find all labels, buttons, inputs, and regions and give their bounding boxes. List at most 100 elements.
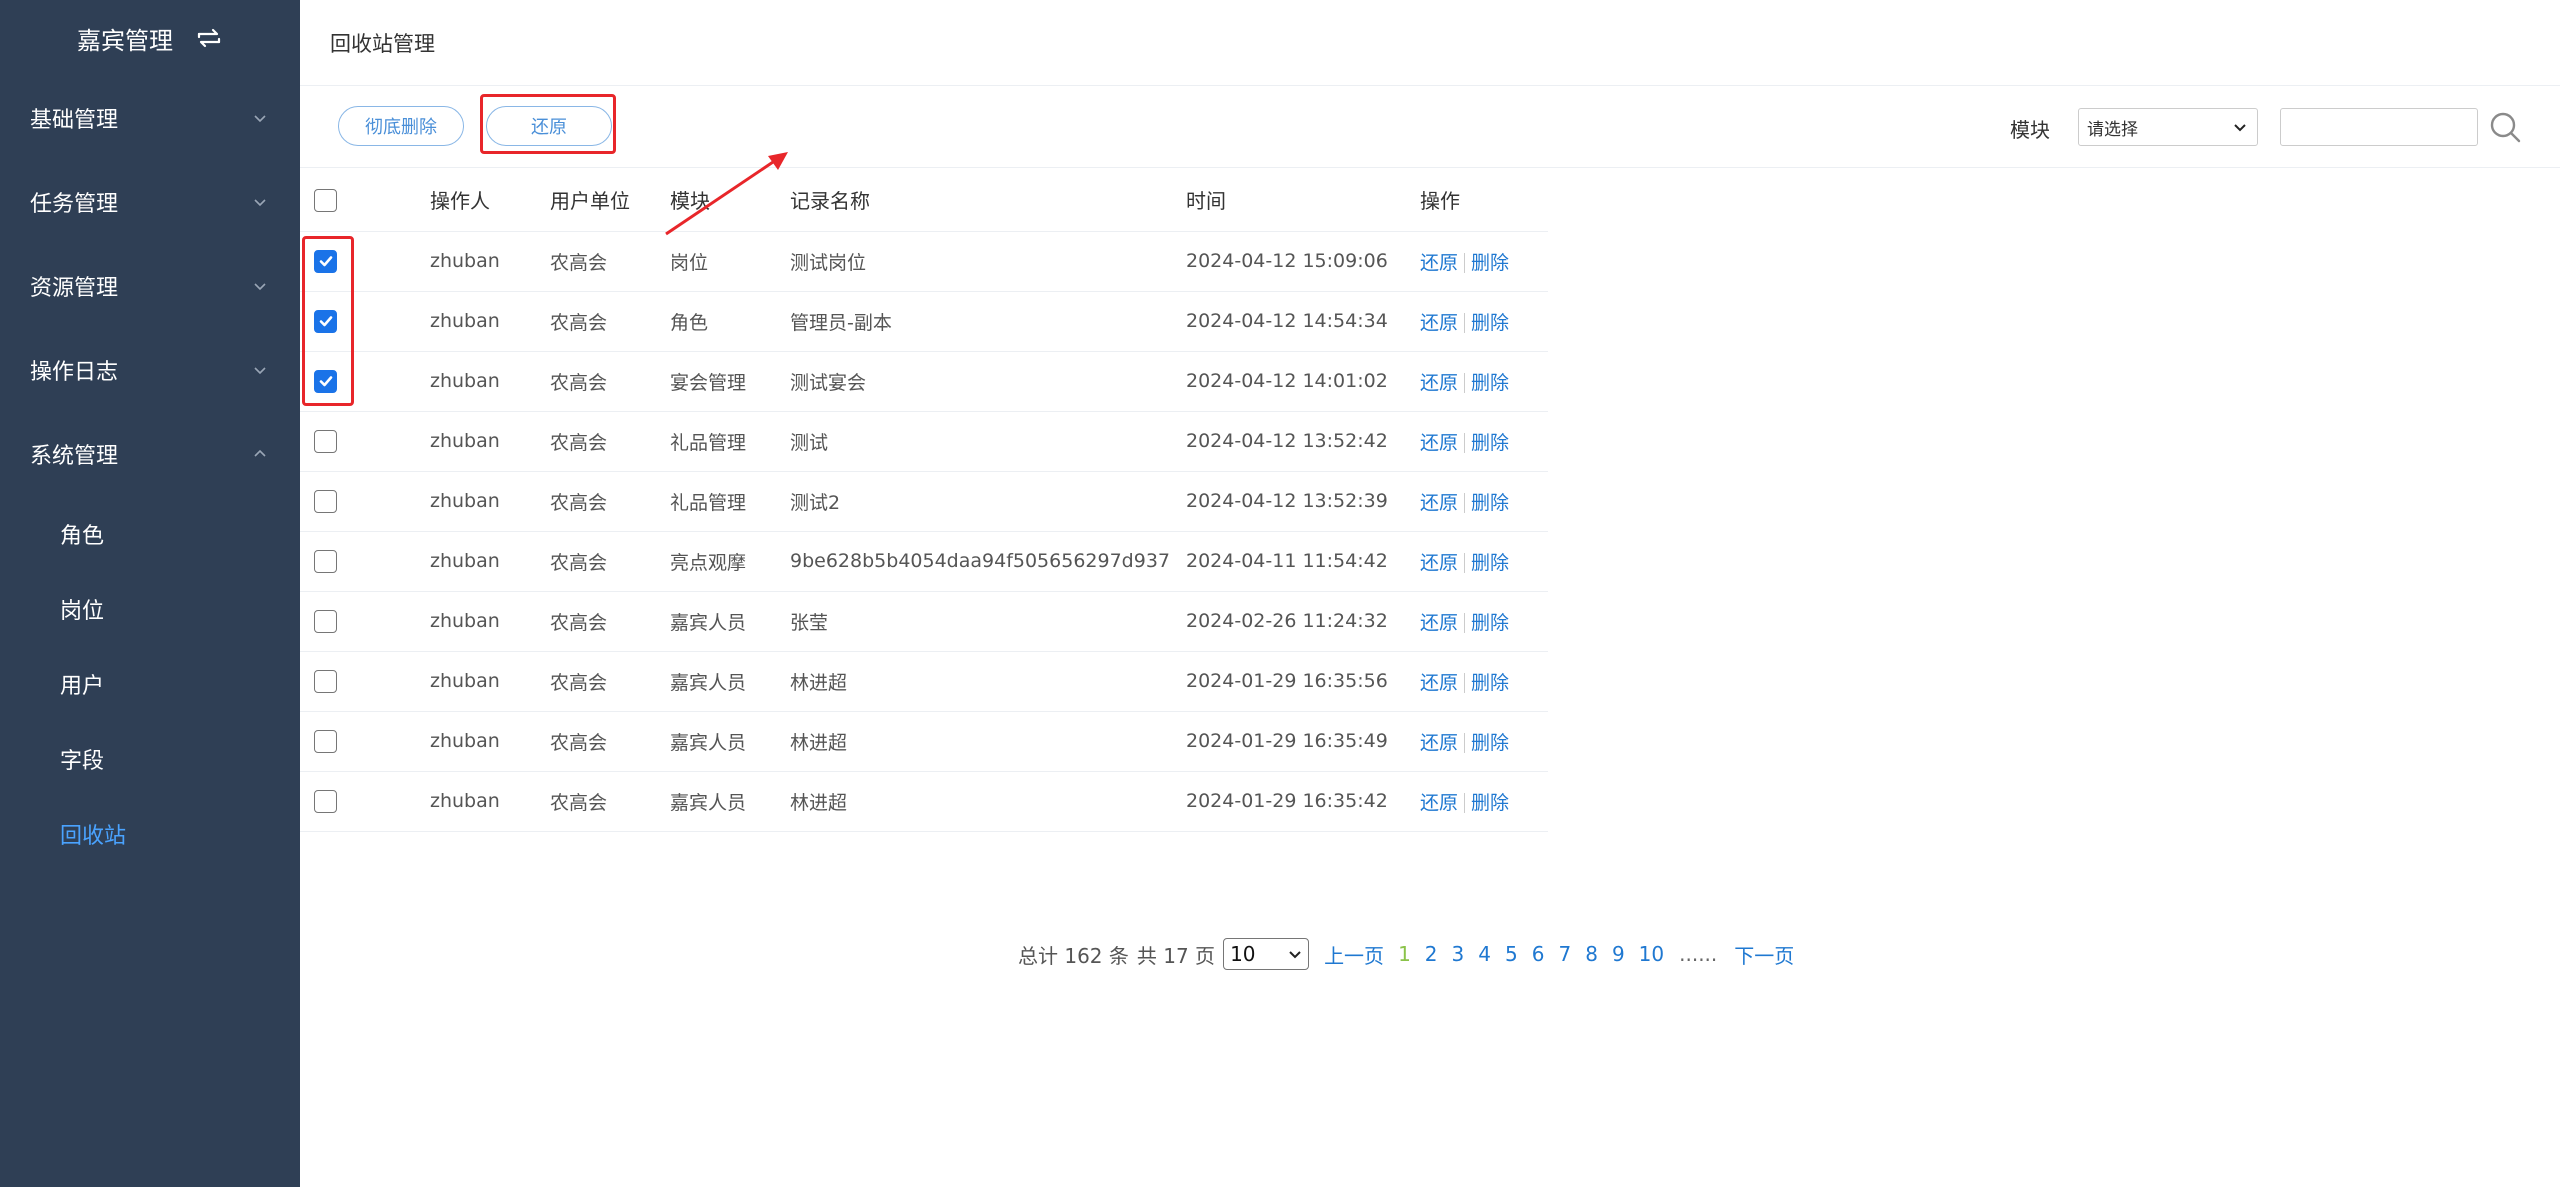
row-restore-link[interactable]: 还原: [1420, 792, 1458, 814]
row-delete-link[interactable]: 删除: [1471, 672, 1509, 694]
swap-icon[interactable]: [195, 26, 223, 50]
pagination-ellipsis: ......: [1679, 942, 1718, 966]
cell-operator: zhuban: [430, 651, 550, 712]
row-delete-link[interactable]: 删除: [1471, 312, 1509, 334]
cell-record-name: 林进超: [790, 771, 1186, 832]
page-number-link[interactable]: 3: [1452, 942, 1465, 966]
sidebar-menu-item[interactable]: 基础管理: [0, 76, 300, 160]
row-restore-link[interactable]: 还原: [1420, 672, 1458, 694]
module-select[interactable]: 请选择: [2078, 108, 2258, 146]
chevron-down-icon: [1289, 951, 1301, 959]
restore-button-highlight: [480, 94, 616, 154]
sidebar-menu-item[interactable]: 资源管理: [0, 244, 300, 328]
row-delete-link[interactable]: 删除: [1471, 252, 1509, 274]
sidebar-menu-item[interactable]: 系统管理: [0, 412, 300, 496]
cell-record-name: 管理员-副本: [790, 291, 1186, 352]
cell-record-name: 测试: [790, 411, 1186, 472]
row-restore-link[interactable]: 还原: [1420, 252, 1458, 274]
row-select-cell: [300, 471, 430, 532]
search-icon[interactable]: [2488, 110, 2522, 144]
prev-page-link[interactable]: 上一页: [1324, 940, 1384, 969]
cell-actions: 还原 删除: [1420, 591, 1548, 652]
cell-unit: 农高会: [550, 591, 670, 652]
cell-module: 亮点观摩: [670, 531, 790, 592]
table-row: zhuban 农高会 嘉宾人员 张莹 2024-02-26 11:24:32 还原 删除: [300, 591, 1548, 652]
cell-record-name: 林进超: [790, 711, 1186, 772]
sidebar-subitem[interactable]: 回收站: [0, 796, 300, 871]
table-row: zhuban 农高会 礼品管理 测试 2024-04-12 13:52:42 还原 删除: [300, 411, 1548, 472]
cell-module: 嘉宾人员: [670, 771, 790, 832]
page-number-link[interactable]: 2: [1425, 942, 1438, 966]
cell-record-name: 林进超: [790, 651, 1186, 712]
next-page-link[interactable]: 下一页: [1734, 940, 1794, 969]
row-delete-link[interactable]: 删除: [1471, 612, 1509, 634]
cell-time: 2024-01-29 16:35:42: [1186, 771, 1420, 832]
row-checkbox[interactable]: [314, 609, 337, 633]
row-restore-link[interactable]: 还原: [1420, 552, 1458, 574]
sidebar-subitem[interactable]: 角色: [0, 496, 300, 571]
pagination-total: 总计 162 条: [1018, 943, 1129, 968]
row-select-cell: [300, 411, 430, 472]
sidebar-menu-item[interactable]: 操作日志: [0, 328, 300, 412]
row-delete-link[interactable]: 删除: [1471, 372, 1509, 394]
row-delete-link[interactable]: 删除: [1471, 552, 1509, 574]
row-restore-link[interactable]: 还原: [1420, 312, 1458, 334]
page-number-link[interactable]: 9: [1612, 942, 1625, 966]
page-number-link[interactable]: 7: [1558, 942, 1571, 966]
sidebar-subitem-label: 用户: [60, 673, 105, 699]
page-number-link[interactable]: 10: [1639, 942, 1664, 966]
row-checkbox[interactable]: [314, 429, 337, 453]
page-number-link[interactable]: 8: [1585, 942, 1598, 966]
search-input[interactable]: [2280, 108, 2478, 146]
cell-operator: zhuban: [430, 711, 550, 772]
row-checkbox[interactable]: [314, 549, 337, 573]
row-delete-link[interactable]: 删除: [1471, 432, 1509, 454]
row-checkbox[interactable]: [314, 669, 337, 693]
row-checkbox[interactable]: [314, 489, 337, 513]
page-size-select[interactable]: 10: [1223, 938, 1310, 970]
cell-record-name: 测试宴会: [790, 351, 1186, 412]
row-checkbox[interactable]: [314, 789, 337, 813]
action-divider: [1464, 793, 1466, 813]
row-delete-link[interactable]: 删除: [1471, 492, 1509, 514]
cell-operator: zhuban: [430, 531, 550, 592]
cell-unit: 农高会: [550, 471, 670, 532]
cell-time: 2024-04-11 11:54:42: [1186, 531, 1420, 592]
row-restore-link[interactable]: 还原: [1420, 432, 1458, 454]
recycle-bin-table: 操作人 用户单位 模块 记录名称 时间 操作 zhuban 农高会 岗位 测试岗位 20…: [300, 169, 1548, 832]
cell-unit: 农高会: [550, 651, 670, 712]
sidebar-subitem[interactable]: 岗位: [0, 571, 300, 646]
page-number-link[interactable]: 5: [1505, 942, 1518, 966]
permanent-delete-button[interactable]: 彻底删除: [338, 106, 464, 146]
cell-actions: 还原 删除: [1420, 651, 1548, 712]
sidebar-subitem[interactable]: 用户: [0, 646, 300, 721]
page-number-link[interactable]: 1: [1398, 942, 1411, 966]
sidebar-subitem[interactable]: 字段: [0, 721, 300, 796]
cell-module: 嘉宾人员: [670, 591, 790, 652]
page-number-link[interactable]: 6: [1532, 942, 1545, 966]
row-delete-link[interactable]: 删除: [1471, 792, 1509, 814]
sidebar-subitem-label: 岗位: [60, 598, 105, 624]
row-restore-link[interactable]: 还原: [1420, 372, 1458, 394]
page-number-link[interactable]: 4: [1478, 942, 1491, 966]
sidebar-menu-item[interactable]: 任务管理: [0, 160, 300, 244]
sidebar-menu-label: 资源管理: [30, 276, 119, 301]
row-checkbox[interactable]: [314, 729, 337, 753]
chevron-down-icon: [254, 115, 266, 123]
action-divider: [1464, 313, 1466, 333]
module-select-value: 请选择: [2087, 119, 2138, 140]
row-restore-link[interactable]: 还原: [1420, 612, 1458, 634]
row-restore-link[interactable]: 还原: [1420, 732, 1458, 754]
row-restore-link[interactable]: 还原: [1420, 492, 1458, 514]
action-divider: [1464, 553, 1466, 573]
sidebar-menu-label: 基础管理: [30, 108, 119, 133]
column-header-unit: 用户单位: [550, 169, 670, 232]
chevron-down-icon: [254, 199, 266, 207]
cell-actions: 还原 删除: [1420, 231, 1548, 292]
sidebar-subitem-label: 字段: [60, 748, 105, 774]
page-header: 回收站管理: [300, 0, 2560, 86]
row-delete-link[interactable]: 删除: [1471, 732, 1509, 754]
module-filter-label: 模块: [2010, 118, 2050, 142]
select-all-checkbox[interactable]: [314, 189, 337, 213]
row-select-cell: [300, 771, 430, 832]
